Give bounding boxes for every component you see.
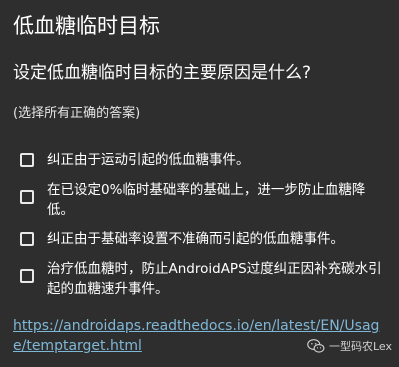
hint-text: (选择所有正确的答案)	[13, 106, 141, 121]
option-2-label[interactable]: 在已设定0%临时基础率的基础上，进一步防止血糖降低。	[47, 180, 390, 220]
question-text: 设定低血糖临时目标的主要原因是什么?	[13, 63, 312, 83]
option-3-label[interactable]: 纠正由于基础率设置不准确而引起的低血糖事件。	[47, 229, 390, 249]
option-4-checkbox[interactable]	[20, 269, 34, 283]
watermark: 一型码农Lex	[307, 337, 392, 355]
option-2-checkbox[interactable]	[20, 190, 34, 204]
option-1-label[interactable]: 纠正由于运动引起的低血糖事件。	[47, 150, 390, 170]
option-1-checkbox[interactable]	[20, 153, 34, 167]
page-title: 低血糖临时目标	[13, 14, 160, 38]
option-4-label[interactable]: 治疗低血糖时，防止AndroidAPS过度纠正因补充碳水引起的血糖速升事件。	[47, 259, 390, 299]
wechat-icon	[307, 339, 325, 353]
watermark-text: 一型码农Lex	[328, 340, 392, 353]
option-3-checkbox[interactable]	[20, 232, 34, 246]
